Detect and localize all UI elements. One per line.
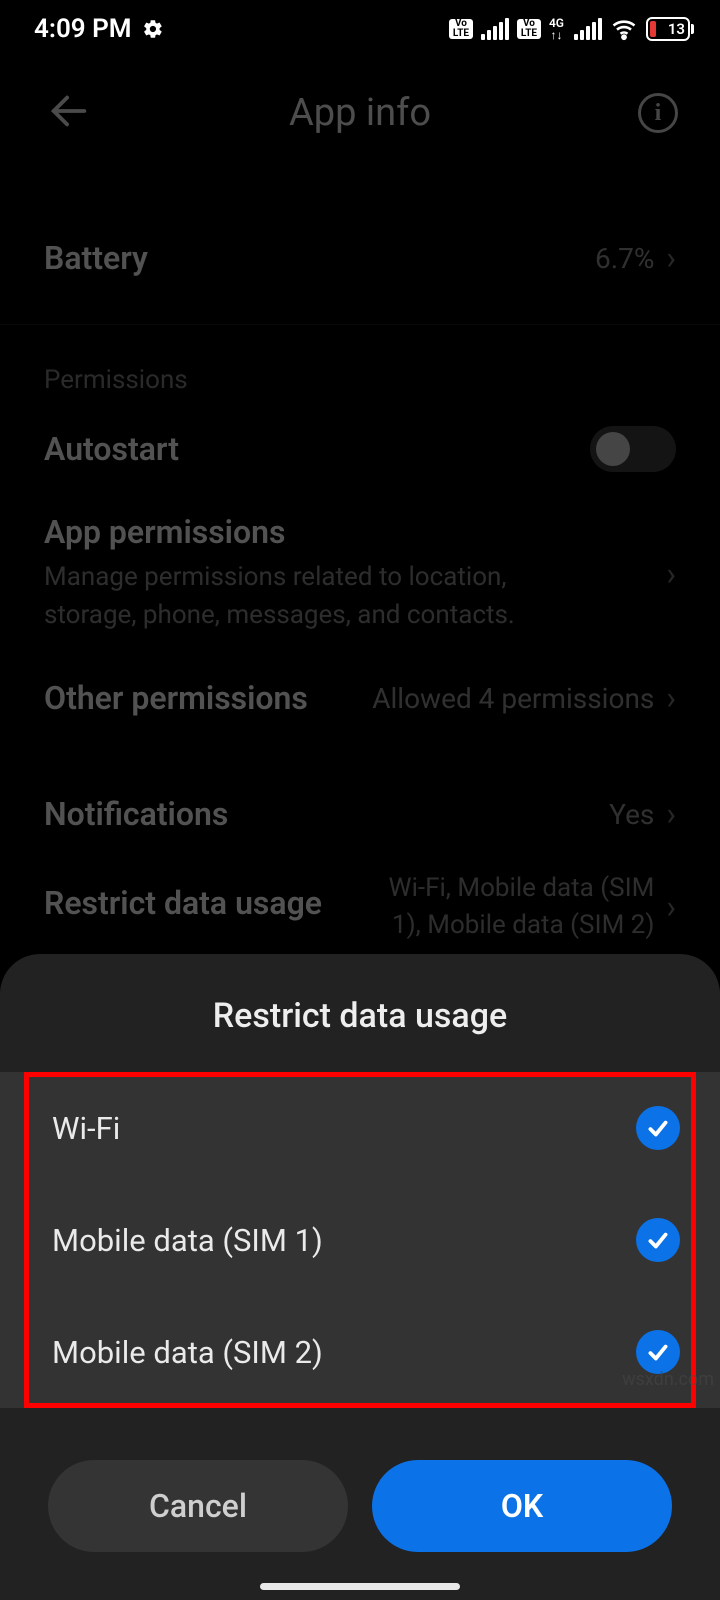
row-app-permissions[interactable]: App permissions Manage permissions relat… — [0, 495, 720, 652]
sheet-title: Restrict data usage — [0, 954, 720, 1072]
restrict-label: Restrict data usage — [44, 884, 354, 922]
row-restrict-data[interactable]: Restrict data usage Wi-Fi, Mobile data (… — [0, 860, 720, 953]
volte-icon-1: VoLTE — [449, 19, 473, 39]
signal-icon-2 — [574, 18, 602, 40]
chevron-right-icon: › — [666, 555, 676, 593]
cancel-button[interactable]: Cancel — [48, 1460, 348, 1552]
battery-icon: 13 — [646, 17, 690, 41]
autostart-toggle[interactable] — [590, 426, 676, 472]
other-permissions-value: Allowed 4 permissions › — [372, 679, 676, 717]
signal-icon-1 — [481, 18, 509, 40]
page-header: App info i — [0, 68, 720, 158]
chevron-right-icon: › — [666, 888, 676, 926]
bottom-sheet: Restrict data usage Wi-Fi Mobile data (S… — [0, 954, 720, 1600]
row-autostart[interactable]: Autostart — [0, 403, 720, 495]
wifi-icon — [610, 15, 638, 43]
battery-pct: 13 — [668, 20, 685, 38]
check-icon[interactable] — [636, 1330, 680, 1374]
row-other-permissions[interactable]: Other permissions Allowed 4 permissions … — [0, 652, 720, 744]
app-permissions-label: App permissions — [44, 513, 666, 551]
option-label: Mobile data (SIM 2) — [52, 1334, 323, 1371]
restrict-value: Wi-Fi, Mobile data (SIM 1), Mobile data … — [354, 870, 654, 943]
status-right: VoLTE VoLTE 4G↑↓ 13 — [449, 15, 690, 43]
battery-value: 6.7% › — [595, 239, 676, 277]
background-page: App info i Battery 6.7% › Permissions Au… — [0, 68, 720, 953]
option-wifi[interactable]: Wi-Fi — [0, 1072, 720, 1184]
page-title: App info — [289, 91, 431, 135]
other-permissions-label: Other permissions — [44, 679, 308, 717]
section-permissions-label: Permissions — [0, 337, 720, 403]
ok-button[interactable]: OK — [372, 1460, 672, 1552]
gear-icon — [142, 18, 164, 40]
info-button[interactable]: i — [638, 93, 678, 133]
check-icon[interactable] — [636, 1218, 680, 1262]
notifications-label: Notifications — [44, 795, 228, 833]
divider — [0, 324, 720, 325]
4g-label: 4G↑↓ — [549, 17, 564, 41]
status-time: 4:09 PM — [34, 14, 132, 44]
option-label: Mobile data (SIM 1) — [52, 1222, 323, 1259]
app-permissions-desc: Manage permissions related to location, … — [44, 559, 564, 634]
cancel-label: Cancel — [149, 1487, 247, 1525]
autostart-label: Autostart — [44, 430, 179, 468]
chevron-right-icon: › — [666, 239, 676, 277]
option-label: Wi-Fi — [52, 1110, 120, 1147]
notifications-value: Yes › — [609, 795, 676, 833]
row-battery[interactable]: Battery 6.7% › — [0, 212, 720, 304]
check-icon[interactable] — [636, 1106, 680, 1150]
ok-label: OK — [501, 1487, 543, 1525]
option-sim2[interactable]: Mobile data (SIM 2) — [0, 1296, 720, 1408]
chevron-right-icon: › — [666, 795, 676, 833]
home-indicator[interactable] — [260, 1583, 460, 1590]
sheet-buttons: Cancel OK — [0, 1408, 720, 1552]
option-sim1[interactable]: Mobile data (SIM 1) — [0, 1184, 720, 1296]
battery-label: Battery — [44, 239, 148, 277]
chevron-right-icon: › — [666, 679, 676, 717]
sheet-options: Wi-Fi Mobile data (SIM 1) Mobile data (S… — [0, 1072, 720, 1408]
volte-icon-2: VoLTE — [517, 19, 541, 39]
back-button[interactable] — [46, 88, 92, 138]
watermark: wsxdn.com — [622, 1369, 714, 1390]
status-bar: 4:09 PM VoLTE VoLTE 4G↑↓ 13 — [0, 0, 720, 58]
status-left: 4:09 PM — [34, 14, 164, 44]
row-notifications[interactable]: Notifications Yes › — [0, 768, 720, 860]
